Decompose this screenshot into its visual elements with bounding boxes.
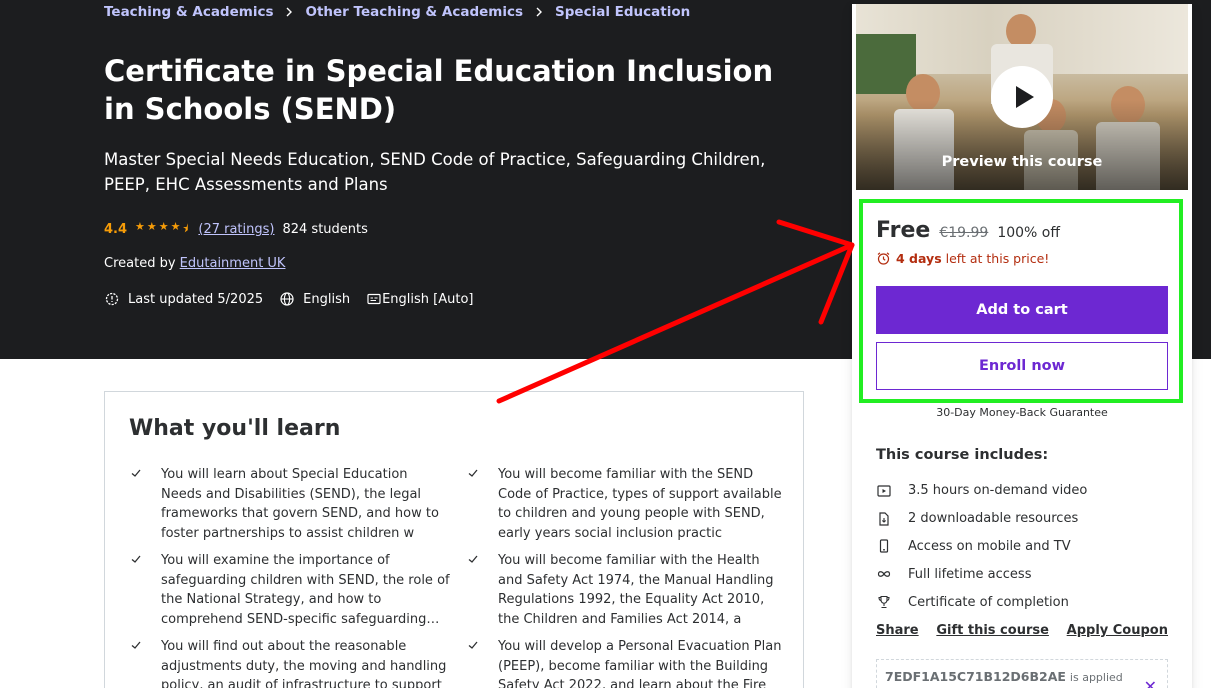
add-to-cart-button[interactable]: Add to cart — [876, 286, 1168, 334]
includes-list: 3.5 hours on-demand video 2 downloadable… — [876, 477, 1176, 616]
learn-item: You will learn about Special Education N… — [131, 465, 451, 543]
ratings-link[interactable]: (27 ratings) — [198, 222, 274, 237]
sidebar-actions: Share Gift this course Apply Coupon — [876, 623, 1168, 638]
check-icon — [466, 638, 480, 652]
course-meta: Last updated 5/2025 English English [Aut… — [104, 291, 490, 307]
price-row: Free €19.99 100% off — [876, 218, 1060, 243]
learn-item: You will become familiar with the Health… — [468, 551, 788, 629]
captions-text: English [Auto] — [382, 291, 474, 307]
learn-item: You will develop a Personal Evacuation P… — [468, 637, 788, 688]
star-icon: ★ — [135, 220, 145, 233]
check-icon — [129, 638, 143, 652]
list-item: Full lifetime access — [876, 560, 1176, 588]
learn-item: You will become familiar with the SEND C… — [468, 465, 788, 543]
list-item: Access on mobile and TV — [876, 533, 1176, 561]
include-label: 2 downloadable resources — [908, 511, 1079, 527]
breadcrumb: Teaching & Academics Other Teaching & Ac… — [104, 4, 690, 20]
closed-captions-icon — [366, 291, 382, 307]
include-label: Access on mobile and TV — [908, 538, 1071, 554]
include-label: Full lifetime access — [908, 566, 1032, 582]
applied-coupon: 7EDF1A15C71B12D6B2AE is applied ✕ — [876, 659, 1168, 688]
file-download-icon — [876, 511, 892, 527]
discount-percent: 100% off — [997, 225, 1060, 241]
star-half-icon: ⯨ — [182, 222, 189, 235]
learn-item-text: You will become familiar with the Health… — [498, 553, 774, 627]
breadcrumb-item-other-teaching[interactable]: Other Teaching & Academics — [305, 4, 523, 20]
chevron-right-icon — [284, 7, 294, 17]
mobile-icon — [876, 538, 892, 554]
video-icon — [876, 483, 892, 499]
coupon-code: 7EDF1A15C71B12D6B2AE is applied — [885, 669, 1123, 684]
last-updated-text: Last updated 5/2025 — [128, 291, 264, 307]
remove-coupon-icon[interactable]: ✕ — [1144, 677, 1157, 688]
coupon-code-text: 7EDF1A15C71B12D6B2AE — [885, 669, 1066, 684]
learn-item-text: You will examine the importance of safeg… — [161, 553, 450, 627]
list-item: 3.5 hours on-demand video — [876, 477, 1176, 505]
chevron-right-icon — [534, 7, 544, 17]
course-title: Certificate in Special Education Inclusi… — [104, 54, 774, 126]
play-icon[interactable] — [991, 66, 1053, 128]
apply-coupon-link[interactable]: Apply Coupon — [1067, 623, 1168, 638]
timer-text: left at this price! — [945, 251, 1050, 266]
coupon-applied-text: is applied — [1069, 671, 1123, 684]
alert-badge-icon — [104, 291, 120, 307]
learn-heading: What you'll learn — [129, 416, 341, 441]
timer-days: 4 days — [896, 251, 942, 266]
trophy-icon — [876, 594, 892, 610]
language: English — [279, 291, 350, 307]
includes-title: This course includes: — [876, 447, 1049, 463]
price-timer: 4 days left at this price! — [876, 251, 1049, 266]
created-by: Created by Edutainment UK — [104, 256, 285, 271]
include-label: 3.5 hours on-demand video — [908, 483, 1088, 499]
rating-row: 4.4 ★ ★ ★ ★ ⯨ (27 ratings) 824 students — [104, 220, 368, 239]
created-by-label: Created by — [104, 256, 176, 271]
what-youll-learn: What you'll learn You will learn about S… — [104, 391, 804, 688]
last-updated: Last updated 5/2025 — [104, 291, 263, 307]
learn-item-text: You will develop a Personal Evacuation P… — [498, 639, 782, 688]
check-icon — [466, 466, 480, 480]
money-back-guarantee: 30-Day Money-Back Guarantee — [936, 406, 1108, 419]
gift-course-link[interactable]: Gift this course — [936, 623, 1049, 638]
learn-item: You will find out about the reasonable a… — [131, 637, 451, 688]
learn-item-text: You will find out about the reasonable a… — [161, 639, 447, 688]
current-price: Free — [876, 218, 931, 243]
share-link[interactable]: Share — [876, 623, 919, 638]
learn-item: You will examine the importance of safeg… — [131, 551, 451, 629]
students-count: 824 students — [282, 222, 368, 237]
list-item: 2 downloadable resources — [876, 505, 1176, 533]
infinity-icon — [876, 566, 892, 582]
include-label: Certificate of completion — [908, 594, 1069, 610]
globe-icon — [279, 291, 295, 307]
language-text: English — [303, 291, 351, 307]
learn-item-text: You will learn about Special Education N… — [161, 467, 439, 541]
preview-image — [1006, 14, 1036, 48]
enroll-now-button[interactable]: Enroll now — [876, 342, 1168, 390]
check-icon — [129, 466, 143, 480]
original-price: €19.99 — [939, 225, 989, 241]
alarm-clock-icon — [876, 251, 891, 266]
star-icon: ★ — [170, 220, 181, 233]
captions: English [Auto] — [366, 291, 474, 307]
star-icon: ★ — [158, 220, 169, 233]
star-icon: ★ — [146, 220, 157, 233]
purchase-sidebar: Preview this course Free €19.99 100% off… — [852, 4, 1192, 688]
rating-value: 4.4 — [104, 222, 128, 237]
instructor-link[interactable]: Edutainment UK — [180, 256, 286, 271]
breadcrumb-item-teaching-academics[interactable]: Teaching & Academics — [104, 4, 273, 20]
check-icon — [129, 552, 143, 566]
learn-item-text: You will become familiar with the SEND C… — [498, 467, 782, 541]
breadcrumb-item-special-education[interactable]: Special Education — [555, 4, 690, 20]
list-item: Certificate of completion — [876, 588, 1176, 616]
star-rating: ★ ★ ★ ★ ⯨ — [135, 220, 190, 239]
course-subtitle: Master Special Needs Education, SEND Cod… — [104, 150, 766, 194]
preview-label[interactable]: Preview this course — [856, 154, 1188, 170]
check-icon — [466, 552, 480, 566]
course-preview-video[interactable]: Preview this course — [856, 4, 1188, 190]
